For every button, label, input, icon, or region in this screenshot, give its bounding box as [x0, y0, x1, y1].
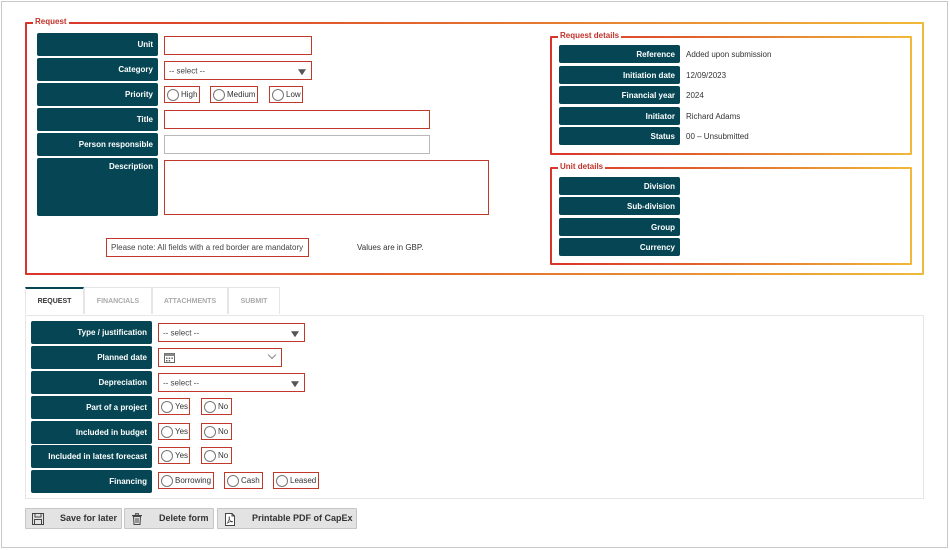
- currency-note: Values are in GBP.: [357, 243, 424, 252]
- radio-label: No: [218, 402, 229, 411]
- radio-circle-icon: [161, 449, 173, 462]
- tab-request[interactable]: REQUEST: [25, 287, 84, 314]
- printable-pdf-button[interactable]: Printable PDF of CapEx: [217, 508, 357, 529]
- initiator-value: Richard Adams: [686, 111, 741, 121]
- radio-label: Borrowing: [175, 476, 212, 485]
- radio-label: Low: [286, 90, 301, 99]
- radio-label: Yes: [175, 402, 189, 411]
- part-of-project-yes[interactable]: Yes: [158, 398, 190, 415]
- unit-details-legend: Unit details: [558, 162, 606, 171]
- status-value: 00 – Unsubmitted: [686, 131, 749, 141]
- calendar-icon[interactable]: [164, 352, 175, 363]
- type-justification-value: -- select --: [163, 328, 199, 337]
- priority-radio-low[interactable]: Low: [269, 86, 303, 103]
- save-for-later-label: Save for later: [60, 513, 118, 523]
- category-select-value: -- select --: [169, 66, 205, 75]
- mandatory-note: Please note: All fields with a red borde…: [106, 238, 309, 257]
- radio-circle-icon: [167, 88, 179, 101]
- chevron-down-icon: [267, 350, 277, 360]
- printable-pdf-label: Printable PDF of CapEx: [252, 513, 353, 523]
- radio-label: Cash: [241, 476, 260, 485]
- caret-down-icon: [298, 68, 306, 75]
- initiation-date-value: 12/09/2023: [686, 70, 727, 80]
- included-in-budget-no[interactable]: No: [201, 423, 232, 440]
- description-textarea[interactable]: [164, 160, 489, 215]
- status-label: Status: [559, 127, 680, 145]
- person-responsible-label: Person responsible: [37, 133, 158, 156]
- save-for-later-button[interactable]: Save for later: [25, 508, 122, 529]
- priority-radio-medium[interactable]: Medium: [210, 86, 258, 103]
- planned-date-input[interactable]: [158, 348, 282, 367]
- radio-circle-icon: [213, 88, 225, 101]
- person-responsible-input[interactable]: [164, 135, 430, 154]
- trash-icon: [132, 513, 142, 525]
- financing-label: Financing: [31, 470, 152, 493]
- category-label: Category: [37, 58, 158, 81]
- included-in-forecast-yes[interactable]: Yes: [158, 447, 190, 464]
- radio-label: Medium: [227, 90, 256, 99]
- pdf-icon: [225, 513, 235, 526]
- request-legend: Request: [33, 17, 69, 26]
- tab-submit[interactable]: SUBMIT: [228, 287, 280, 314]
- unit-input[interactable]: [164, 36, 312, 55]
- radio-circle-icon: [227, 474, 239, 487]
- delete-form-button[interactable]: Delete form: [124, 508, 214, 529]
- radio-circle-icon: [161, 474, 173, 487]
- radio-circle-icon: [161, 400, 173, 413]
- initiation-date-label: Initiation date: [559, 66, 680, 84]
- radio-circle-icon: [276, 474, 288, 487]
- group-label: Group: [559, 218, 680, 236]
- division-label: Division: [559, 177, 680, 195]
- tab-financials[interactable]: FINANCIALS: [84, 287, 152, 314]
- radio-label: No: [218, 427, 229, 436]
- radio-circle-icon: [272, 88, 284, 101]
- included-in-forecast-no[interactable]: No: [201, 447, 232, 464]
- save-icon: [32, 513, 44, 525]
- depreciation-value: -- select --: [163, 378, 199, 387]
- planned-date-label: Planned date: [31, 346, 152, 369]
- category-select[interactable]: -- select --: [164, 61, 312, 80]
- sub-division-label: Sub-division: [559, 197, 680, 215]
- financing-leased[interactable]: Leased: [273, 472, 319, 489]
- request-details-legend: Request details: [558, 31, 622, 40]
- unit-label: Unit: [37, 33, 158, 56]
- included-in-budget-label: Included in budget: [31, 421, 152, 444]
- reference-value: Added upon submission: [686, 49, 772, 59]
- radio-label: No: [218, 451, 229, 460]
- title-label: Title: [37, 108, 158, 131]
- tab-attachments[interactable]: ATTACHMENTS: [152, 287, 228, 314]
- type-justification-select[interactable]: -- select --: [158, 323, 305, 342]
- financial-year-label: Financial year: [559, 86, 680, 104]
- title-input[interactable]: [164, 110, 430, 129]
- radio-circle-icon: [204, 425, 216, 438]
- radio-label: Yes: [175, 427, 189, 436]
- radio-label: High: [181, 90, 198, 99]
- caret-down-icon: [291, 380, 299, 387]
- delete-form-label: Delete form: [159, 513, 209, 523]
- priority-label: Priority: [37, 83, 158, 106]
- part-of-project-label: Part of a project: [31, 396, 152, 419]
- radio-circle-icon: [204, 449, 216, 462]
- reference-label: Reference: [559, 45, 680, 63]
- description-label: Description: [37, 158, 158, 216]
- priority-radio-high[interactable]: High: [164, 86, 200, 103]
- radio-circle-icon: [161, 425, 173, 438]
- included-in-budget-yes[interactable]: Yes: [158, 423, 190, 440]
- radio-label: Leased: [290, 476, 317, 485]
- included-in-forecast-label: Included in latest forecast: [31, 445, 152, 468]
- caret-down-icon: [291, 330, 299, 337]
- financing-borrowing[interactable]: Borrowing: [158, 472, 214, 489]
- radio-label: Yes: [175, 451, 189, 460]
- financial-year-value: 2024: [686, 90, 704, 100]
- depreciation-label: Depreciation: [31, 371, 152, 394]
- radio-circle-icon: [204, 400, 216, 413]
- currency-label: Currency: [559, 238, 680, 256]
- initiator-label: Initiator: [559, 107, 680, 125]
- type-justification-label: Type / justification: [31, 321, 152, 344]
- financing-cash[interactable]: Cash: [224, 472, 263, 489]
- part-of-project-no[interactable]: No: [201, 398, 232, 415]
- depreciation-select[interactable]: -- select --: [158, 373, 305, 392]
